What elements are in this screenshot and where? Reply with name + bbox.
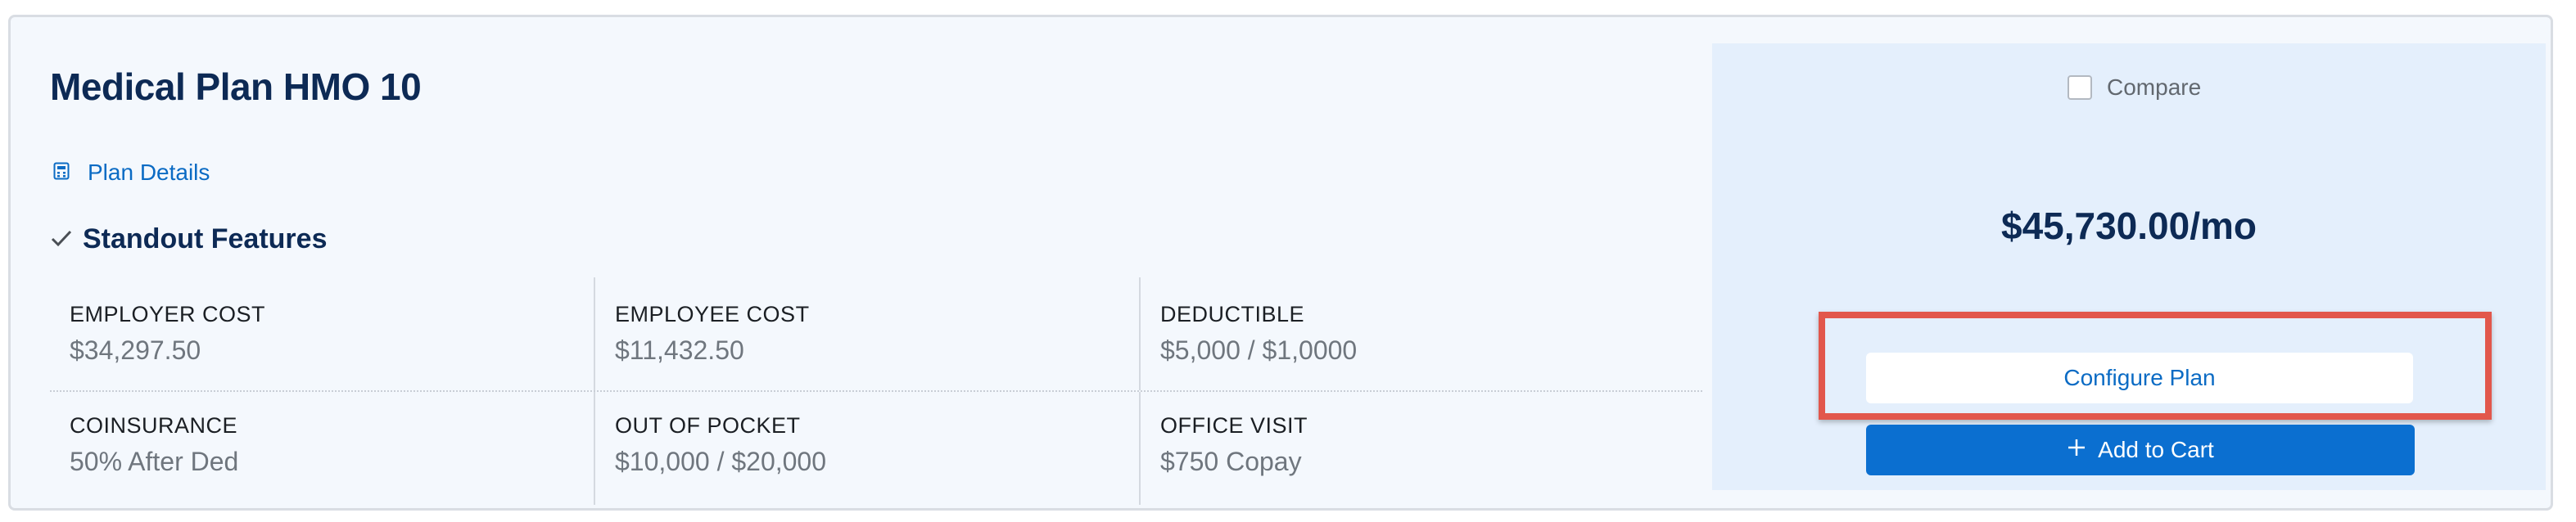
add-to-cart-label: Add to Cart: [2098, 437, 2214, 462]
feature-label: OUT OF POCKET: [615, 413, 801, 438]
feature-value: $11,432.50: [615, 335, 744, 365]
checkmark-icon: [50, 223, 83, 255]
plan-details-label: Plan Details: [88, 160, 210, 185]
feature-value: $34,297.50: [70, 335, 201, 365]
plan-card: Medical Plan HMO 10 Plan Details Standou…: [8, 15, 2553, 511]
configure-plan-button[interactable]: Configure Plan: [1866, 353, 2413, 403]
feature-value: $5,000 / $1,0000: [1160, 335, 1358, 365]
compare-label: Compare: [2107, 74, 2202, 100]
plus-icon: [2067, 437, 2098, 463]
feature-deductible: DEDUCTIBLE $5,000 / $1,0000: [1141, 277, 1702, 390]
feature-out-of-pocket: OUT OF POCKET $10,000 / $20,000: [595, 392, 1141, 505]
feature-employee-cost: EMPLOYEE COST $11,432.50: [595, 277, 1141, 390]
feature-value: $750 Copay: [1160, 447, 1302, 476]
feature-label: OFFICE VISIT: [1160, 413, 1308, 438]
feature-label: EMPLOYER COST: [70, 302, 266, 326]
compare-checkbox[interactable]: [2068, 75, 2092, 100]
standout-features-label: Standout Features: [83, 223, 328, 254]
feature-coinsurance: COINSURANCE 50% After Ded: [50, 392, 595, 505]
feature-value: 50% After Ded: [70, 447, 239, 476]
compare-toggle[interactable]: Compare: [2068, 74, 2201, 101]
feature-office-visit: OFFICE VISIT $750 Copay: [1141, 392, 1702, 505]
add-to-cart-button[interactable]: Add to Cart: [1866, 425, 2415, 475]
plan-details-link[interactable]: Plan Details: [53, 160, 210, 186]
features-row: EMPLOYER COST $34,297.50 EMPLOYEE COST $…: [50, 277, 1702, 392]
features-row: COINSURANCE 50% After Ded OUT OF POCKET …: [50, 392, 1702, 505]
standout-features-heading: Standout Features: [50, 223, 327, 255]
features-grid: EMPLOYER COST $34,297.50 EMPLOYEE COST $…: [50, 277, 1702, 505]
monthly-price: $45,730.00/mo: [2000, 205, 2257, 247]
feature-label: COINSURANCE: [70, 413, 238, 438]
plan-title: Medical Plan HMO 10: [50, 65, 422, 108]
pricing-panel: Compare $45,730.00/mo Configure Plan Add…: [1712, 43, 2546, 490]
feature-employer-cost: EMPLOYER COST $34,297.50: [50, 277, 595, 390]
feature-value: $10,000 / $20,000: [615, 447, 827, 476]
calculator-icon: [53, 160, 88, 186]
feature-label: EMPLOYEE COST: [615, 302, 810, 326]
feature-label: DEDUCTIBLE: [1160, 302, 1305, 326]
